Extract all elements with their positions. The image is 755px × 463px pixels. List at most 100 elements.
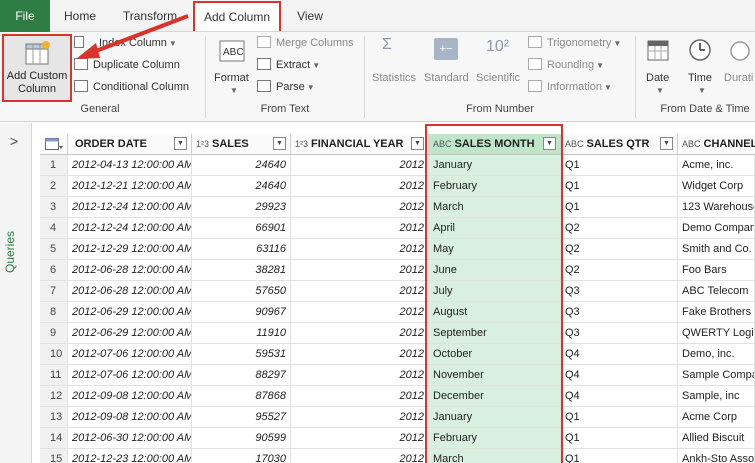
table-row[interactable]: 10 2012-07-06 12:00:00 AM 59531 2012 October… [40,344,755,365]
table-row[interactable]: 9 2012-06-29 12:00:00 AM 11910 2012 Septembe… [40,323,755,344]
channel-cell[interactable]: Sample Company [678,365,755,386]
row-number[interactable]: 6 [40,260,68,281]
sales-cell[interactable]: 88297 [192,365,291,386]
sales-qtr-cell[interactable]: Q4 [561,386,678,407]
channel-cell[interactable]: Ankh-Sto Associates [678,449,755,463]
sales-cell[interactable]: 87868 [192,386,291,407]
table-row[interactable]: 12 2012-09-08 12:00:00 AM 87868 2012 Decembe… [40,386,755,407]
order-date-cell[interactable]: 2012-12-23 12:00:00 AM [68,449,192,463]
sales-qtr-cell[interactable]: Q4 [561,365,678,386]
add-custom-column-button[interactable]: Add Custom Column [2,34,72,102]
sales-cell[interactable]: 63116 [192,239,291,260]
financial-year-cell[interactable]: 2012 [291,365,429,386]
order-date-cell[interactable]: 2012-06-30 12:00:00 AM [68,428,192,449]
order-date-cell[interactable]: 2012-04-13 12:00:00 AM [68,155,192,176]
sales-qtr-cell[interactable]: Q1 [561,407,678,428]
tab-file[interactable]: File [0,0,50,32]
sales-cell[interactable]: 90599 [192,428,291,449]
order-date-cell[interactable]: 2012-06-29 12:00:00 AM [68,302,192,323]
sales-qtr-cell[interactable]: Q3 [561,302,678,323]
order-date-cell[interactable]: 2012-07-06 12:00:00 AM [68,365,192,386]
channel-cell[interactable]: Acme, inc. [678,155,755,176]
filter-dropdown-icon[interactable]: ▼ [411,137,424,150]
rounding-button[interactable]: Rounding ▼ [528,58,604,71]
order-date-cell[interactable]: 2012-06-28 12:00:00 AM [68,260,192,281]
scientific-button[interactable]: 10² Scientific [476,36,522,96]
financial-year-cell[interactable]: 2012 [291,449,429,463]
financial-year-cell[interactable]: 2012 [291,323,429,344]
sales-qtr-cell[interactable]: Q2 [561,260,678,281]
table-row[interactable]: 5 2012-12-29 12:00:00 AM 63116 2012 May Q2 Smi… [40,239,755,260]
table-row[interactable]: 1 2012-04-13 12:00:00 AM 24640 2012 January Q… [40,155,755,176]
sales-cell[interactable]: 59531 [192,344,291,365]
order-date-cell[interactable]: 2012-12-24 12:00:00 AM [68,197,192,218]
table-row[interactable]: 2 2012-12-21 12:00:00 AM 24640 2012 February… [40,176,755,197]
sales-cell[interactable]: 66901 [192,218,291,239]
channel-cell[interactable]: Demo Company [678,218,755,239]
row-number[interactable]: 4 [40,218,68,239]
time-button[interactable]: Time ▼ [684,36,720,96]
sales-qtr-cell[interactable]: Q2 [561,239,678,260]
financial-year-cell[interactable]: 2012 [291,344,429,365]
row-number[interactable]: 13 [40,407,68,428]
duration-button[interactable]: Durati [724,36,755,96]
financial-year-cell[interactable]: 2012 [291,386,429,407]
extract-button[interactable]: Extract ▼ [257,58,320,71]
conditional-column-button[interactable]: Conditional Column [74,80,189,93]
channel-cell[interactable]: 123 Warehouse [678,197,755,218]
channel-cell[interactable]: Allied Biscuit [678,428,755,449]
column-header-sales-qtr[interactable]: ABC SALES QTR ▼ [561,134,678,155]
channel-cell[interactable]: Foo Bars [678,260,755,281]
financial-year-cell[interactable]: 2012 [291,281,429,302]
row-number[interactable]: 1 [40,155,68,176]
financial-year-cell[interactable]: 2012 [291,239,429,260]
row-number[interactable]: 2 [40,176,68,197]
table-menu-button[interactable] [40,134,68,155]
column-header-sales[interactable]: 1²3 SALES ▼ [192,134,291,155]
trigonometry-button[interactable]: Trigonometry ▼ [528,36,621,49]
sales-qtr-cell[interactable]: Q3 [561,323,678,344]
sales-qtr-cell[interactable]: Q1 [561,155,678,176]
table-row[interactable]: 7 2012-06-28 12:00:00 AM 57650 2012 July Q3 AB… [40,281,755,302]
tab-view[interactable]: View [285,0,335,32]
financial-year-cell[interactable]: 2012 [291,197,429,218]
financial-year-cell[interactable]: 2012 [291,155,429,176]
financial-year-cell[interactable]: 2012 [291,260,429,281]
chevron-right-icon[interactable]: > [10,133,18,149]
order-date-cell[interactable]: 2012-12-29 12:00:00 AM [68,239,192,260]
order-date-cell[interactable]: 2012-06-29 12:00:00 AM [68,323,192,344]
table-row[interactable]: 6 2012-06-28 12:00:00 AM 38281 2012 June Q2 Fo… [40,260,755,281]
column-header-financial-year[interactable]: 1²3 FINANCIAL YEAR ▼ [291,134,429,155]
channel-cell[interactable]: Smith and Co. [678,239,755,260]
filter-dropdown-icon[interactable]: ▼ [174,137,187,150]
table-row[interactable]: 8 2012-06-29 12:00:00 AM 90967 2012 August Q3… [40,302,755,323]
sales-cell[interactable]: 11910 [192,323,291,344]
sales-qtr-cell[interactable]: Q1 [561,449,678,463]
column-header-order-date[interactable]: ORDER DATE ▼ [68,134,192,155]
order-date-cell[interactable]: 2012-09-08 12:00:00 AM [68,407,192,428]
sales-qtr-cell[interactable]: Q1 [561,197,678,218]
standard-button[interactable]: +− Standard [424,36,470,96]
channel-cell[interactable]: Fake Brothers [678,302,755,323]
sales-cell[interactable]: 24640 [192,155,291,176]
sales-qtr-cell[interactable]: Q4 [561,344,678,365]
channel-cell[interactable]: Demo, inc. [678,344,755,365]
table-row[interactable]: 3 2012-12-24 12:00:00 AM 29923 2012 March Q1 1… [40,197,755,218]
column-header-channel[interactable]: ABC CHANNEL [678,134,755,155]
sales-cell[interactable]: 24640 [192,176,291,197]
merge-columns-button[interactable]: Merge Columns [257,36,354,49]
date-button[interactable]: Date ▼ [642,36,678,96]
table-row[interactable]: 13 2012-09-08 12:00:00 AM 95527 2012 January… [40,407,755,428]
order-date-cell[interactable]: 2012-12-24 12:00:00 AM [68,218,192,239]
financial-year-cell[interactable]: 2012 [291,428,429,449]
row-number[interactable]: 10 [40,344,68,365]
table-row[interactable]: 4 2012-12-24 12:00:00 AM 66901 2012 April Q2 D… [40,218,755,239]
order-date-cell[interactable]: 2012-12-21 12:00:00 AM [68,176,192,197]
table-row[interactable]: 14 2012-06-30 12:00:00 AM 90599 2012 Februar… [40,428,755,449]
financial-year-cell[interactable]: 2012 [291,407,429,428]
statistics-button[interactable]: Σ Statistics [372,36,418,96]
row-number[interactable]: 11 [40,365,68,386]
row-number[interactable]: 8 [40,302,68,323]
information-button[interactable]: Information ▼ [528,80,612,93]
table-row[interactable]: 15 2012-12-23 12:00:00 AM 17030 2012 March Q1… [40,449,755,463]
